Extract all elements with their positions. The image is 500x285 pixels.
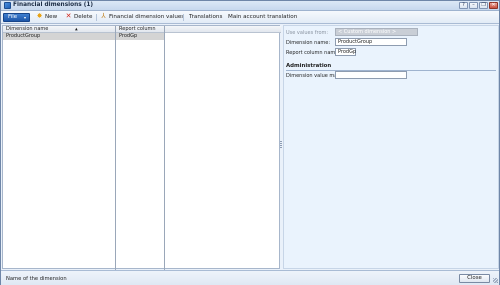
maximize-button[interactable]: ❐ <box>479 2 488 9</box>
column-header-report-column-name[interactable]: Report column name <box>116 26 164 39</box>
delete-button[interactable]: ✕ Delete <box>65 12 93 22</box>
app-icon <box>4 2 11 9</box>
close-window-button[interactable]: ✕ <box>489 2 498 9</box>
dimension-value-mask-field[interactable] <box>335 71 407 79</box>
status-bar: Name of the dimension Close <box>1 270 499 285</box>
financial-dimension-values-button[interactable]: ⅄ Financial dimension values <box>100 13 184 22</box>
sort-ascending-icon: ▲ <box>75 27 78 31</box>
dimensions-grid[interactable]: Dimension name ▲ Report column name Prod… <box>2 25 281 270</box>
toolbar-separator <box>183 14 184 21</box>
status-text: Name of the dimension <box>6 276 67 282</box>
use-values-from-field: < Custom dimension > <box>335 28 418 36</box>
financial-dimensions-window: Financial dimensions (1) ? – ❐ ✕ File ▾ … <box>0 0 500 285</box>
window-title: Financial dimensions (1) <box>13 2 94 8</box>
column-divider <box>164 26 165 270</box>
chevron-down-icon: ▾ <box>23 15 26 20</box>
dimension-name-label: Dimension name: <box>286 40 331 46</box>
financial-dimension-values-label: Financial dimension values <box>109 14 185 20</box>
table-cell-report-column-name[interactable]: ProdGp <box>116 33 164 40</box>
dimension-values-icon: ⅄ <box>101 12 106 20</box>
administration-section-title: Administration <box>286 63 332 69</box>
new-button[interactable]: ✸ New <box>36 12 58 22</box>
new-button-label: New <box>45 14 58 20</box>
column-divider <box>115 26 116 270</box>
translations-button[interactable]: Translations <box>189 13 222 22</box>
file-menu-label: File <box>8 14 18 20</box>
column-header-label: Dimension name <box>6 26 49 32</box>
detail-panel: Use values from: < Custom dimension > Di… <box>283 25 499 269</box>
delete-x-icon: ✕ <box>65 12 72 20</box>
file-menu-button[interactable]: File ▾ <box>3 13 30 22</box>
dimension-name-field[interactable]: ProductGroup <box>335 38 407 46</box>
main-account-translation-button[interactable]: Main account translation <box>228 13 297 22</box>
table-cell-dimension-name[interactable]: ProductGroup <box>3 33 115 40</box>
use-values-from-label: Use values from: <box>286 30 329 36</box>
close-button[interactable]: Close <box>459 274 490 283</box>
main-account-translation-label: Main account translation <box>228 14 298 20</box>
delete-button-label: Delete <box>74 14 93 20</box>
minimize-button[interactable]: – <box>469 2 478 9</box>
translations-label: Translations <box>189 14 223 20</box>
column-header-dimension-name[interactable]: Dimension name ▲ <box>3 26 115 33</box>
title-bar: Financial dimensions (1) ? – ❐ ✕ <box>1 1 499 11</box>
new-star-icon: ✸ <box>36 12 43 20</box>
action-pane: File ▾ ✸ New ✕ Delete ⅄ Financial dimension… <box>1 11 499 24</box>
column-header-empty <box>165 26 281 33</box>
resize-grip[interactable] <box>493 278 498 283</box>
help-icon[interactable]: ? <box>459 2 468 9</box>
report-column-name-label: Report column name: <box>286 50 341 56</box>
splitter-handle[interactable] <box>280 141 282 149</box>
report-column-name-field[interactable]: ProdGp <box>335 48 356 56</box>
toolbar-separator <box>96 14 97 21</box>
